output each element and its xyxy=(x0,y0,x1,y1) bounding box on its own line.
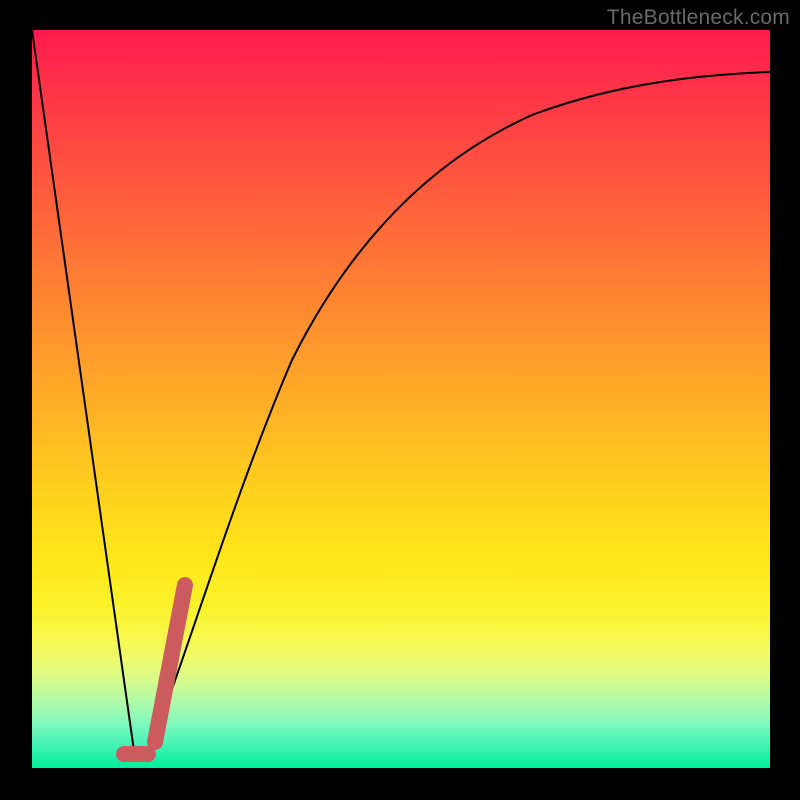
plot-area xyxy=(32,30,770,768)
curve-layer xyxy=(32,30,770,768)
chart-frame: TheBottleneck.com xyxy=(0,0,800,800)
watermark-text: TheBottleneck.com xyxy=(607,6,790,30)
bottleneck-curve xyxy=(32,30,770,758)
